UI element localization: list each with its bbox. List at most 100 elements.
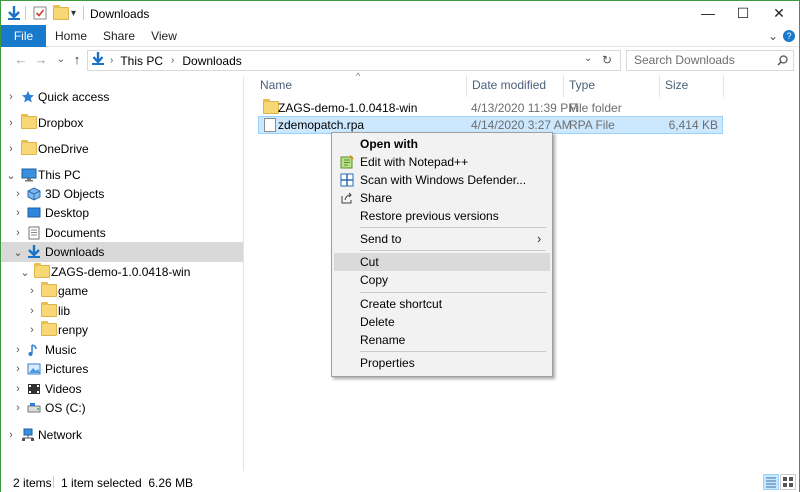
chevron-right-icon[interactable]: › — [13, 383, 23, 395]
selection-info: 1 item selected 6.26 MB — [61, 476, 194, 490]
breadcrumb-downloads[interactable]: Downloads — [182, 54, 241, 68]
menu-item-copy[interactable]: Copy — [334, 271, 550, 289]
tab-view[interactable]: View — [145, 25, 183, 47]
recent-locations-button[interactable]: ⌄ — [53, 51, 69, 67]
properties-check-icon[interactable] — [33, 5, 47, 21]
chevron-right-icon[interactable]: › — [13, 188, 23, 200]
column-header-date[interactable]: Date modified — [466, 73, 562, 97]
menu-item-edit-notepad[interactable]: Edit with Notepad++ — [334, 153, 550, 171]
folder-icon — [34, 263, 50, 279]
close-button[interactable]: ✕ — [762, 1, 796, 25]
tree-item-dropbox[interactable]: › Dropbox — [1, 113, 243, 133]
menu-item-cut[interactable]: Cut — [334, 253, 550, 271]
folder-icon — [41, 302, 57, 318]
tree-item-zags-demo[interactable]: ⌄ ZAGS-demo-1.0.0418-win — [1, 262, 243, 282]
tree-item-music[interactable]: › Music — [1, 340, 243, 360]
chevron-right-icon[interactable]: › — [27, 285, 37, 297]
chevron-right-icon[interactable]: › — [13, 207, 23, 219]
new-folder-icon[interactable] — [53, 4, 69, 21]
tree-item-videos[interactable]: › Videos — [1, 379, 243, 399]
menu-label: Send to — [360, 232, 402, 246]
menu-item-rename[interactable]: Rename — [334, 331, 550, 349]
tree-label: Quick access — [38, 90, 110, 104]
tree-item-this-pc[interactable]: ⌄ This PC — [1, 165, 243, 185]
forward-button[interactable]: → — [33, 51, 49, 67]
chevron-right-icon[interactable]: › — [27, 305, 37, 317]
chevron-down-icon[interactable]: ⌄ — [6, 169, 16, 182]
refresh-icon[interactable]: ↻ — [602, 53, 612, 67]
tree-item-lib[interactable]: › lib — [1, 301, 243, 321]
tree-item-quick-access[interactable]: › Quick access — [1, 87, 243, 107]
videos-icon — [27, 382, 43, 396]
chevron-right-icon[interactable]: › — [6, 91, 16, 103]
maximize-button[interactable]: ☐ — [726, 1, 760, 25]
breadcrumb-this-pc[interactable]: This PC — [120, 54, 163, 68]
address-bar[interactable]: › This PC › Downloads ⌄ ↻ — [87, 50, 621, 71]
folder-icon — [21, 140, 37, 156]
menu-item-delete[interactable]: Delete — [334, 313, 550, 331]
tree-item-downloads[interactable]: ⌄ Downloads — [1, 242, 243, 262]
chevron-right-icon[interactable]: › — [6, 117, 16, 129]
column-header-type[interactable]: Type — [563, 73, 659, 97]
file-row[interactable]: ZAGS-demo-1.0.0418-win 4/13/2020 11:39 P… — [258, 99, 723, 117]
tree-item-pictures[interactable]: › Pictures — [1, 359, 243, 379]
file-name: zdemopatch.rpa — [278, 118, 365, 132]
expand-ribbon-icon[interactable]: ⌄ — [768, 29, 778, 43]
chevron-down-icon[interactable]: ⌄ — [13, 246, 23, 259]
menu-item-create-shortcut[interactable]: Create shortcut — [334, 295, 550, 313]
tree-label: OS (C:) — [45, 401, 86, 415]
menu-item-properties[interactable]: Properties — [334, 354, 550, 372]
chevron-right-icon[interactable]: › — [6, 429, 16, 441]
tab-share[interactable]: Share — [99, 25, 139, 47]
network-icon — [21, 428, 37, 442]
chevron-right-icon[interactable]: › — [6, 143, 16, 155]
quick-access-download-icon[interactable] — [7, 5, 21, 21]
menu-item-restore-versions[interactable]: Restore previous versions — [334, 207, 550, 225]
menu-item-send-to[interactable]: Send to › — [334, 230, 550, 248]
menu-separator — [360, 227, 546, 228]
column-header-size[interactable]: Size — [659, 73, 721, 97]
tree-label: Network — [38, 428, 83, 442]
menu-item-share[interactable]: Share — [334, 189, 550, 207]
chevron-right-icon[interactable]: › — [13, 344, 23, 356]
tree-item-renpy[interactable]: › renpy — [1, 320, 243, 340]
tree-item-desktop[interactable]: › Desktop — [1, 203, 243, 223]
large-icons-view-icon[interactable] — [780, 474, 796, 490]
help-icon[interactable]: ? — [783, 30, 795, 42]
3d-objects-icon — [27, 187, 43, 201]
title-divider — [83, 6, 84, 20]
customize-toolbar-icon[interactable]: ▾ — [71, 5, 76, 21]
minimize-button[interactable]: — — [691, 1, 725, 25]
tree-label: Pictures — [45, 362, 89, 376]
menu-item-open-with[interactable]: Open with — [334, 135, 550, 153]
tree-item-3d-objects[interactable]: › 3D Objects — [1, 184, 243, 204]
windows-defender-icon — [340, 173, 354, 187]
address-dropdown-icon[interactable]: ⌄ — [584, 53, 592, 64]
menu-label: Properties — [360, 356, 415, 370]
tab-file[interactable]: File — [1, 25, 46, 47]
navigation-pane[interactable]: › Quick access › Dropbox › OneDrive ⌄ Th… — [1, 77, 244, 471]
chevron-down-icon[interactable]: ⌄ — [20, 266, 30, 279]
tree-item-documents[interactable]: › Documents — [1, 223, 243, 243]
chevron-right-icon[interactable]: › — [13, 227, 23, 239]
tree-item-onedrive[interactable]: › OneDrive — [1, 139, 243, 159]
back-button[interactable]: ← — [13, 51, 29, 67]
folder-icon — [41, 282, 57, 298]
chevron-right-icon[interactable]: › — [13, 363, 23, 375]
menu-label: Restore previous versions — [360, 209, 499, 223]
tree-label: Documents — [45, 226, 106, 240]
tree-item-os-c[interactable]: › OS (C:) — [1, 398, 243, 418]
file-size: 6,414 KB — [668, 118, 718, 132]
search-input[interactable]: Search Downloads — [626, 50, 794, 71]
context-menu: Open with Edit with Notepad++ Scan with … — [331, 132, 553, 377]
up-button[interactable]: ↑ — [69, 51, 85, 67]
tab-home[interactable]: Home — [51, 25, 91, 47]
column-divider[interactable] — [723, 75, 724, 97]
tree-item-game[interactable]: › game — [1, 281, 243, 301]
chevron-right-icon[interactable]: › — [27, 324, 37, 336]
tree-item-network[interactable]: › Network — [1, 425, 243, 445]
chevron-right-icon[interactable]: › — [13, 402, 23, 414]
details-view-icon[interactable] — [763, 474, 779, 490]
menu-item-scan-defender[interactable]: Scan with Windows Defender... — [334, 171, 550, 189]
column-header-name[interactable]: Name — [254, 73, 468, 97]
